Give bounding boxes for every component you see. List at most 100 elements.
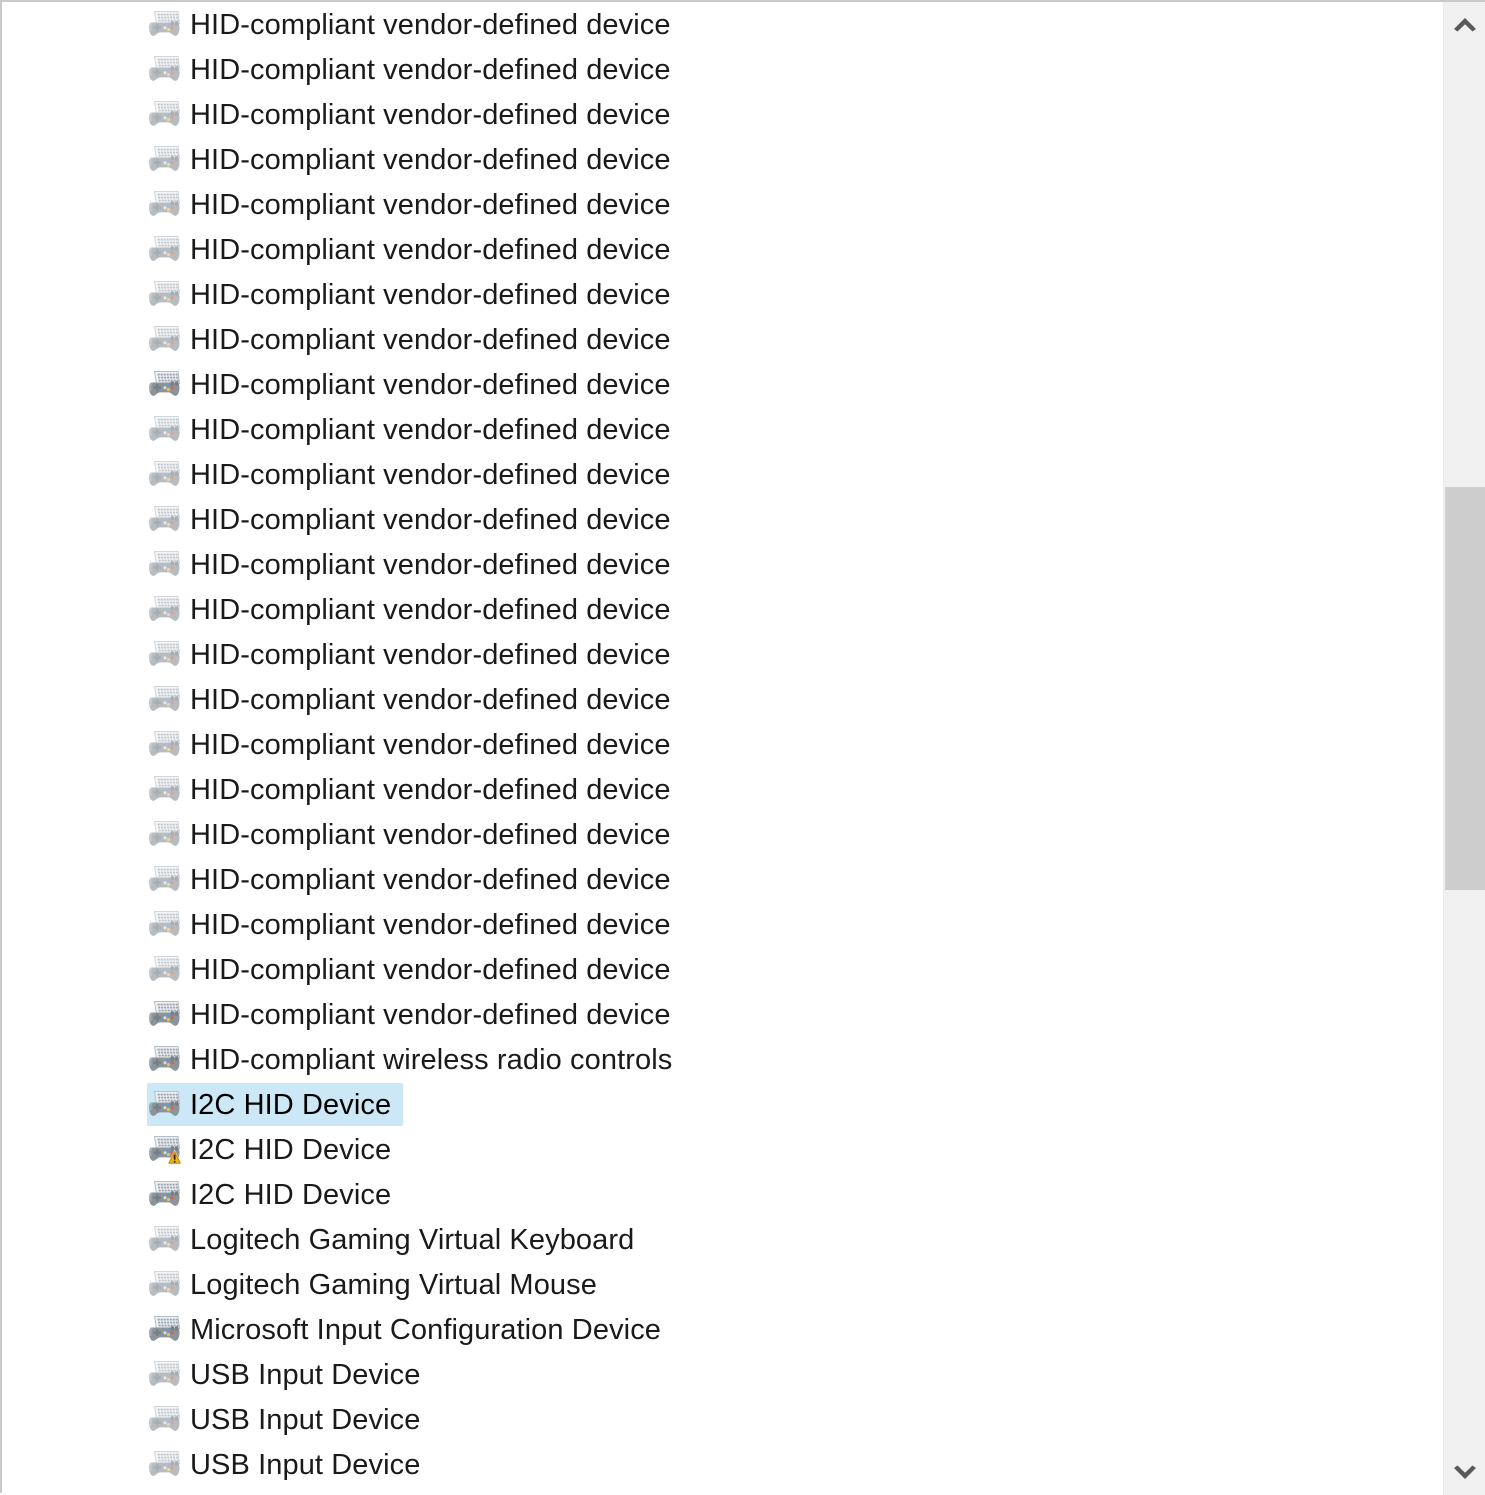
hid-device-icon <box>148 460 182 490</box>
hid-device-icon <box>148 1090 182 1120</box>
tree-item-device[interactable]: Microsoft Input Configuration Device <box>2 1307 1445 1352</box>
tree-item-label: I2C HID Device <box>190 1088 392 1121</box>
tree-item-device[interactable]: HID-compliant vendor-defined device <box>2 272 1445 317</box>
tree-item-device[interactable]: USB Input Device <box>2 1442 1445 1487</box>
tree-item-label: HID-compliant vendor-defined device <box>190 98 671 131</box>
hid-device-icon <box>148 1270 182 1300</box>
tree-item-label: HID-compliant vendor-defined device <box>190 53 671 86</box>
scrollbar-track-below-thumb[interactable] <box>1445 890 1485 1451</box>
tree-item-label: HID-compliant vendor-defined device <box>190 458 671 491</box>
hid-device-icon <box>148 1405 182 1435</box>
tree-item-device[interactable]: HID-compliant vendor-defined device <box>2 452 1445 497</box>
tree-item-label: HID-compliant vendor-defined device <box>190 683 671 716</box>
tree-item-device[interactable]: HID-compliant vendor-defined device <box>2 812 1445 857</box>
tree-item-label: HID-compliant vendor-defined device <box>190 323 671 356</box>
tree-item-label: HID-compliant vendor-defined device <box>190 413 671 446</box>
tree-item-label: HID-compliant vendor-defined device <box>190 368 671 401</box>
tree-item-label: Microsoft Input Configuration Device <box>190 1313 662 1346</box>
tree-item-device[interactable]: HID-compliant vendor-defined device <box>2 587 1445 632</box>
tree-item-device[interactable]: HID-compliant vendor-defined device <box>2 362 1445 407</box>
chevron-down-icon <box>1452 1465 1478 1481</box>
tree-item-device[interactable]: HID-compliant vendor-defined device <box>2 92 1445 137</box>
hid-device-icon <box>148 1180 182 1210</box>
tree-item-device[interactable]: HID-compliant vendor-defined device <box>2 992 1445 1037</box>
tree-item-device[interactable]: I2C HID Device <box>2 1127 1445 1172</box>
hid-device-icon <box>148 325 182 355</box>
tree-item-label: HID-compliant vendor-defined device <box>190 908 671 941</box>
hid-device-icon <box>148 730 182 760</box>
tree-item-label: HID-compliant wireless radio controls <box>190 1043 673 1076</box>
tree-item-label: USB Input Device <box>190 1448 421 1481</box>
tree-item-label: HID-compliant vendor-defined device <box>190 863 671 896</box>
hid-device-icon <box>148 1360 182 1390</box>
tree-item-label: HID-compliant vendor-defined device <box>190 143 671 176</box>
hid-device-icon <box>148 10 182 40</box>
tree-item-device[interactable]: HID-compliant vendor-defined device <box>2 542 1445 587</box>
hid-device-icon <box>148 190 182 220</box>
hid-device-icon <box>148 1045 182 1075</box>
tree-item-device[interactable]: I2C HID Device <box>2 1082 1445 1127</box>
tree-item-device[interactable]: HID-compliant vendor-defined device <box>2 47 1445 92</box>
tree-item-label: HID-compliant vendor-defined device <box>190 233 671 266</box>
tree-item-label: HID-compliant vendor-defined device <box>190 8 671 41</box>
tree-item-label: HID-compliant vendor-defined device <box>190 548 671 581</box>
tree-item-label: HID-compliant vendor-defined device <box>190 278 671 311</box>
hid-device-icon <box>148 100 182 130</box>
hid-device-icon <box>148 280 182 310</box>
tree-item-device[interactable]: HID-compliant vendor-defined device <box>2 902 1445 947</box>
tree-item-label: HID-compliant vendor-defined device <box>190 503 671 536</box>
tree-item-device[interactable]: Logitech Gaming Virtual Keyboard <box>2 1217 1445 1262</box>
tree-item-device[interactable]: HID-compliant vendor-defined device <box>2 182 1445 227</box>
tree-item-device[interactable]: HID-compliant vendor-defined device <box>2 767 1445 812</box>
device-manager-tree-panel: HID-compliant vendor-defined device HID-c… <box>0 0 1485 1495</box>
tree-item-device[interactable]: HID-compliant vendor-defined device <box>2 632 1445 677</box>
hid-device-icon <box>148 1000 182 1030</box>
hid-device-icon <box>148 685 182 715</box>
tree-item-device[interactable]: Logitech Gaming Virtual Mouse <box>2 1262 1445 1307</box>
hid-device-icon <box>148 370 182 400</box>
tree-item-label: HID-compliant vendor-defined device <box>190 638 671 671</box>
tree-item-device[interactable]: USB Input Device <box>2 1397 1445 1442</box>
tree-item-device[interactable]: HID-compliant vendor-defined device <box>2 857 1445 902</box>
hid-device-icon <box>148 1315 182 1345</box>
tree-item-label: USB Input Device <box>190 1403 421 1436</box>
vertical-scrollbar[interactable] <box>1443 2 1485 1495</box>
tree-item-label: I2C HID Device <box>190 1133 392 1166</box>
tree-item-device[interactable]: HID-compliant vendor-defined device <box>2 677 1445 722</box>
hid-device-icon <box>148 505 182 535</box>
tree-item-label: HID-compliant vendor-defined device <box>190 998 671 1031</box>
tree-item-device[interactable]: HID-compliant vendor-defined device <box>2 497 1445 542</box>
hid-device-warning-icon <box>148 1135 182 1165</box>
hid-device-icon <box>148 595 182 625</box>
hid-device-icon <box>148 1225 182 1255</box>
hid-device-icon <box>148 235 182 265</box>
tree-item-label: HID-compliant vendor-defined device <box>190 188 671 221</box>
tree-item-label: HID-compliant vendor-defined device <box>190 728 671 761</box>
tree-item-device[interactable]: HID-compliant vendor-defined device <box>2 317 1445 362</box>
scrollbar-down-arrow-button[interactable] <box>1444 1451 1485 1495</box>
tree-item-device[interactable]: HID-compliant vendor-defined device <box>2 137 1445 182</box>
hid-device-icon <box>148 145 182 175</box>
hid-device-icon <box>148 820 182 850</box>
hid-device-icon <box>148 415 182 445</box>
tree-item-device[interactable]: HID-compliant vendor-defined device <box>2 227 1445 272</box>
tree-item-label: USB Input Device <box>190 1358 421 1391</box>
scrollbar-thumb[interactable] <box>1445 487 1485 890</box>
tree-item-device[interactable]: HID-compliant vendor-defined device <box>2 947 1445 992</box>
tree-item-device[interactable]: HID-compliant wireless radio controls <box>2 1037 1445 1082</box>
tree-item-device[interactable]: HID-compliant vendor-defined device <box>2 2 1445 47</box>
tree-item-label: HID-compliant vendor-defined device <box>190 593 671 626</box>
hid-device-icon <box>148 775 182 805</box>
hid-device-icon <box>148 550 182 580</box>
chevron-up-icon <box>1452 16 1478 32</box>
tree-item-label: Logitech Gaming Virtual Keyboard <box>190 1223 635 1256</box>
hid-device-icon <box>148 865 182 895</box>
tree-item-device[interactable]: HID-compliant vendor-defined device <box>2 407 1445 452</box>
scrollbar-track-above-thumb[interactable] <box>1445 46 1485 487</box>
scrollbar-up-arrow-button[interactable] <box>1444 2 1485 46</box>
tree-item-label: HID-compliant vendor-defined device <box>190 773 671 806</box>
tree-item-device[interactable]: I2C HID Device <box>2 1172 1445 1217</box>
device-tree-list[interactable]: HID-compliant vendor-defined device HID-c… <box>2 2 1445 1495</box>
tree-item-device[interactable]: HID-compliant vendor-defined device <box>2 722 1445 767</box>
tree-item-device[interactable]: USB Input Device <box>2 1352 1445 1397</box>
